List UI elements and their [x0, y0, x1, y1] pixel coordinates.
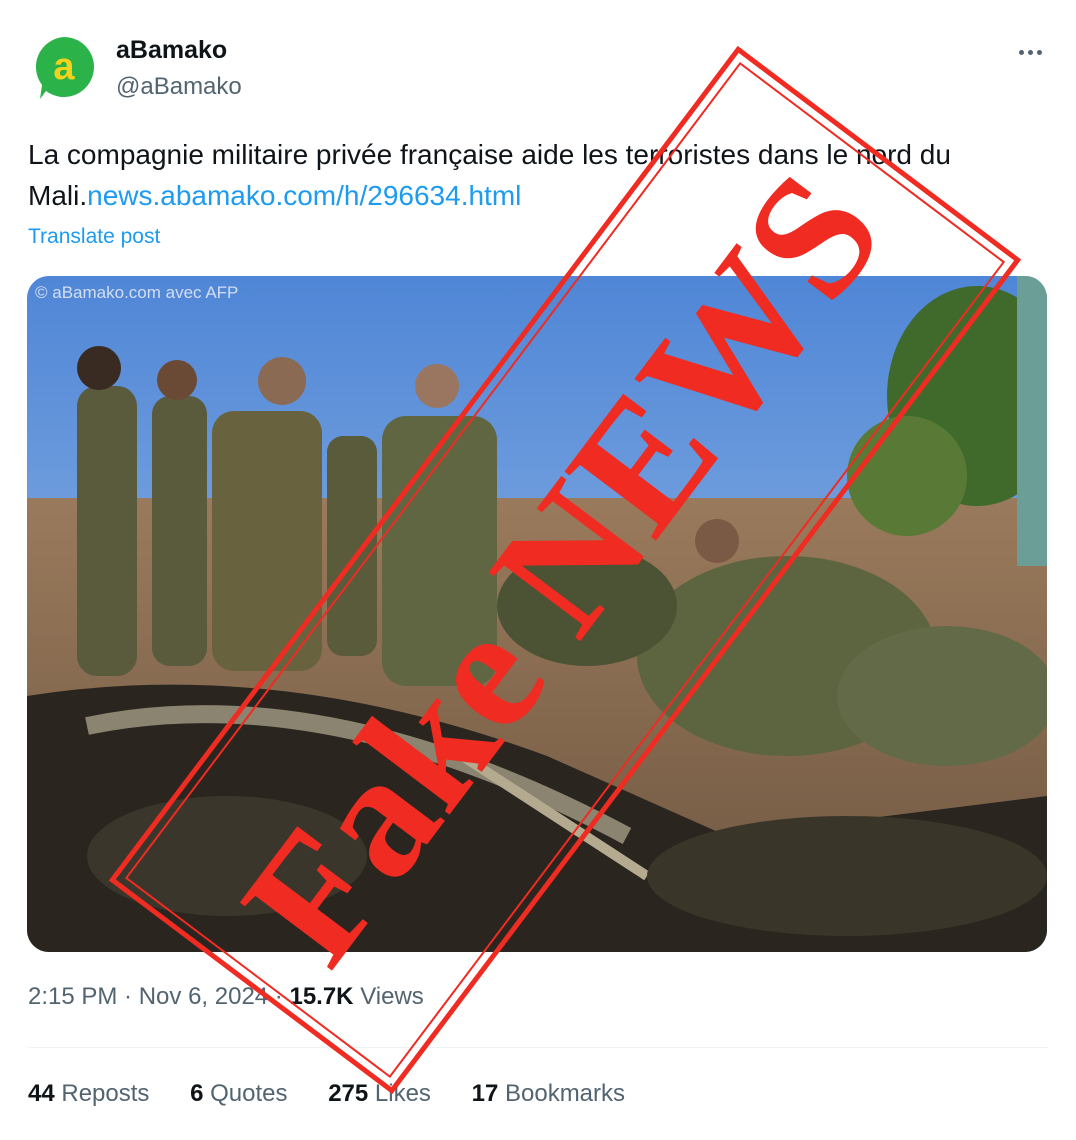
post-text: La compagnie militaire privée française …: [28, 134, 1038, 216]
reposts-stat[interactable]: 44 Reposts: [28, 1080, 149, 1108]
account-name[interactable]: aBamako: [116, 36, 227, 65]
more-icon[interactable]: [1010, 34, 1050, 70]
avatar-letter: a: [53, 46, 75, 88]
engagement-stats: 44 Reposts 6 Quotes 275 Likes 17 Bookmar…: [28, 1080, 659, 1108]
post-date[interactable]: Nov 6, 2024: [139, 983, 268, 1010]
post-time[interactable]: 2:15 PM: [28, 983, 117, 1010]
post-meta: 2:15 PM · Nov 6, 2024 · 15.7K Views: [28, 983, 424, 1010]
post-image[interactable]: © aBamako.com avec AFP: [27, 276, 1047, 952]
views-label: Views: [360, 983, 424, 1010]
image-watermark: © aBamako.com avec AFP: [35, 283, 238, 302]
avatar[interactable]: a: [30, 33, 98, 101]
post-link[interactable]: news.abamako.com/h/296634.html: [87, 180, 521, 211]
bookmarks-stat[interactable]: 17 Bookmarks: [472, 1080, 625, 1108]
likes-stat[interactable]: 275 Likes: [328, 1080, 431, 1108]
translate-post-link[interactable]: Translate post: [28, 225, 160, 249]
views-count: 15.7K: [289, 983, 354, 1010]
avatar-logo: a: [35, 37, 94, 99]
account-handle[interactable]: @aBamako: [116, 73, 242, 101]
quotes-stat[interactable]: 6 Quotes: [190, 1080, 287, 1108]
divider: [28, 1047, 1048, 1048]
